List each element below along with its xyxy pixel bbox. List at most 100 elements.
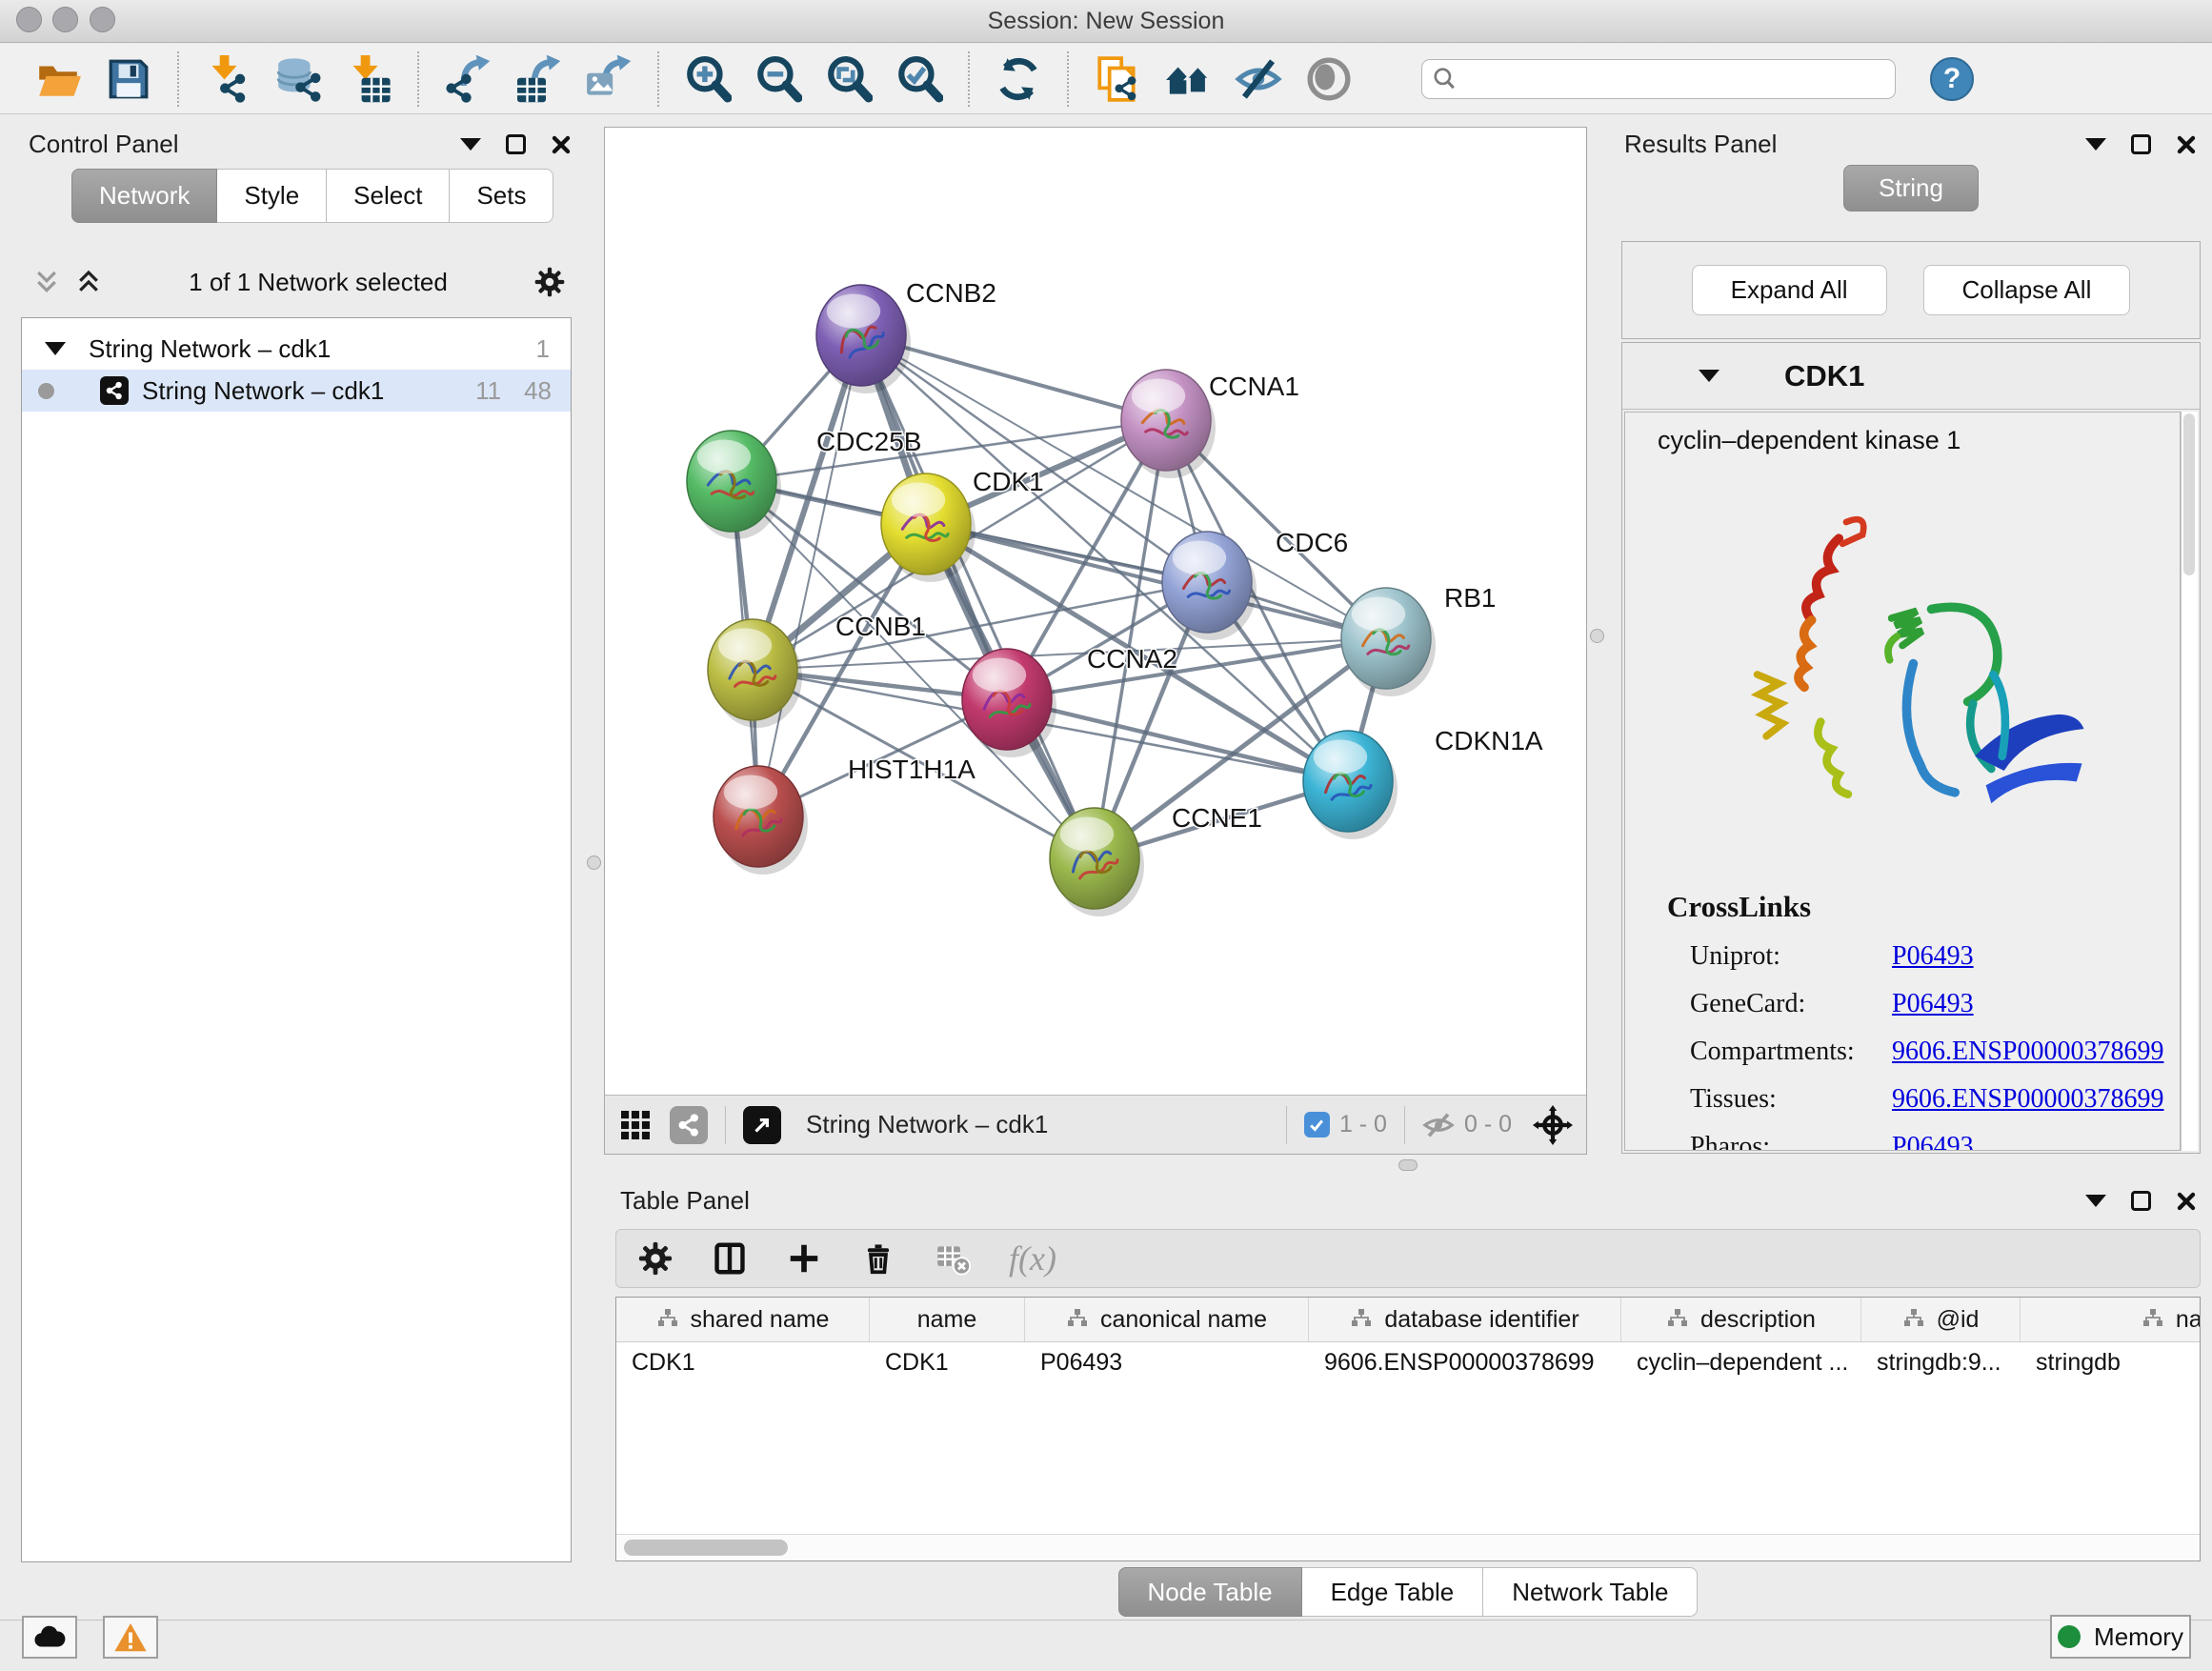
search-input[interactable]	[1464, 66, 1885, 92]
apply-preferred-layout-button[interactable]	[983, 50, 1054, 109]
crosslink-link[interactable]: P06493	[1892, 1132, 1974, 1151]
tab-string[interactable]: String	[1843, 165, 1979, 211]
network-node-CCNB1[interactable]	[708, 619, 802, 728]
open-session-button[interactable]	[23, 50, 93, 109]
import-table-from-file-button[interactable]	[333, 50, 404, 109]
horizontal-splitter-handle[interactable]	[1398, 1159, 1418, 1171]
table-cell[interactable]: CDK1	[870, 1342, 1025, 1382]
crosshair-icon[interactable]	[1533, 1105, 1573, 1145]
network-node-HIST1H1A[interactable]	[714, 766, 808, 875]
tab-select[interactable]: Select	[327, 169, 450, 223]
tab-edge-table[interactable]: Edge Table	[1302, 1567, 1484, 1617]
crosslink-link[interactable]: P06493	[1892, 989, 1974, 1019]
tab-style[interactable]: Style	[217, 169, 327, 223]
network-node-CDC25B[interactable]	[687, 431, 781, 539]
network-options-gear-icon[interactable]	[533, 266, 566, 298]
results-scrollbar-thumb[interactable]	[2183, 413, 2195, 575]
export-image-button[interactable]	[573, 50, 644, 109]
memory-button[interactable]: Memory	[2050, 1615, 2191, 1659]
function-builder-icon[interactable]: f(x)	[1009, 1238, 1056, 1278]
collection-expand-icon[interactable]	[45, 342, 66, 355]
panel-menu-icon[interactable]	[460, 138, 481, 151]
import-network-from-file-button[interactable]	[192, 50, 263, 109]
show-all-button[interactable]	[1294, 50, 1364, 109]
export-network-button[interactable]	[432, 50, 503, 109]
table-horizontal-scrollbar[interactable]	[616, 1534, 2200, 1560]
crosslink-link[interactable]: P06493	[1892, 941, 1974, 972]
network-node-CCNA2[interactable]	[962, 649, 1056, 757]
hidden-eye-slash-icon[interactable]	[1422, 1109, 1455, 1141]
delete-table-icon[interactable]	[935, 1240, 971, 1277]
crosslink-link[interactable]: 9606.ENSP00000378699	[1892, 1084, 2163, 1115]
tab-network-table[interactable]: Network Table	[1483, 1567, 1698, 1617]
network-node-CDKN1A[interactable]	[1303, 731, 1398, 839]
zoom-fit-button[interactable]	[814, 50, 884, 109]
panel-close-icon[interactable]	[551, 134, 572, 155]
column-header-namespace[interactable]: namespace	[2021, 1298, 2201, 1341]
column-header--id[interactable]: @id	[1861, 1298, 2021, 1341]
column-header-description[interactable]: description	[1621, 1298, 1861, 1341]
table-cell[interactable]: cyclin–dependent ...	[1621, 1342, 1861, 1382]
first-neighbors-button[interactable]	[1153, 50, 1223, 109]
results-scrollbar[interactable]	[2181, 412, 2198, 1151]
export-table-button[interactable]	[503, 50, 573, 109]
network-collection-row[interactable]: String Network – cdk1 1	[22, 328, 571, 370]
hide-selected-button[interactable]	[1223, 50, 1294, 109]
tab-sets[interactable]: Sets	[450, 169, 553, 223]
left-splitter-handle[interactable]	[587, 856, 601, 870]
table-cell[interactable]: CDK1	[616, 1342, 870, 1382]
import-network-from-database-button[interactable]	[263, 50, 333, 109]
table-cell[interactable]: stringdb:9...	[1861, 1342, 2021, 1382]
tab-node-table[interactable]: Node Table	[1118, 1567, 1302, 1617]
network-canvas[interactable]: CCNB2CCNA1CDC25BCDK1CDC6RB1CCNB1CCNA2CDK…	[605, 128, 1586, 1095]
network-node-CCNA1[interactable]	[1121, 370, 1216, 478]
network-node-CDK1[interactable]	[881, 473, 975, 582]
create-column-plus-icon[interactable]	[786, 1240, 822, 1277]
network-node-CCNE1[interactable]	[1050, 808, 1144, 916]
show-columns-icon[interactable]	[712, 1240, 748, 1277]
zoom-out-button[interactable]	[743, 50, 814, 109]
expand-all-button[interactable]: Expand All	[1692, 265, 1887, 315]
network-node-CCNB2[interactable]	[816, 285, 911, 393]
collapse-all-chevron-icon[interactable]	[32, 268, 61, 296]
selected-indicator-checkbox[interactable]	[1304, 1112, 1330, 1137]
panel-close-icon[interactable]	[2176, 134, 2197, 155]
right-splitter-handle[interactable]	[1590, 629, 1604, 643]
tab-network[interactable]: Network	[71, 169, 217, 223]
panel-menu-icon[interactable]	[2085, 1195, 2106, 1207]
graphics-details-icon[interactable]	[618, 1108, 653, 1142]
panel-float-icon[interactable]	[2131, 1191, 2151, 1211]
expand-all-chevron-icon[interactable]	[74, 268, 103, 296]
save-session-button[interactable]	[93, 50, 164, 109]
entry-header[interactable]: CDK1	[1622, 343, 2200, 410]
entry-collapse-icon[interactable]	[1699, 370, 1719, 382]
table-cell[interactable]: 9606.ENSP00000378699	[1309, 1342, 1621, 1382]
warnings-button[interactable]	[103, 1616, 158, 1659]
cloud-button[interactable]	[22, 1616, 77, 1659]
export-view-button[interactable]	[743, 1106, 781, 1144]
search-field[interactable]	[1421, 59, 1896, 99]
zoom-in-button[interactable]	[673, 50, 743, 109]
table-cell[interactable]: P06493	[1025, 1342, 1309, 1382]
column-header-name[interactable]: name	[870, 1298, 1025, 1341]
table-scrollbar-thumb[interactable]	[624, 1540, 788, 1556]
network-node-RB1[interactable]	[1341, 588, 1436, 696]
panel-close-icon[interactable]	[2176, 1191, 2197, 1212]
column-header-canonical-name[interactable]: canonical name	[1025, 1298, 1309, 1341]
column-header-shared-name[interactable]: shared name	[616, 1298, 870, 1341]
network-row[interactable]: String Network – cdk1 11 48	[22, 370, 571, 412]
column-header-database-identifier[interactable]: database identifier	[1309, 1298, 1621, 1341]
table-row[interactable]: CDK1CDK1P064939606.ENSP00000378699cyclin…	[616, 1342, 2200, 1382]
table-cell[interactable]: stringdb	[2021, 1342, 2201, 1382]
delete-column-trash-icon[interactable]	[860, 1240, 896, 1277]
table-options-gear-icon[interactable]	[637, 1240, 674, 1277]
help-button[interactable]: ?	[1930, 57, 1974, 101]
crosslink-link[interactable]: 9606.ENSP00000378699	[1892, 1037, 2163, 1067]
collapse-all-button[interactable]: Collapse All	[1923, 265, 2131, 315]
panel-float-icon[interactable]	[2131, 134, 2151, 154]
zoom-selected-button[interactable]	[884, 50, 955, 109]
panel-menu-icon[interactable]	[2085, 138, 2106, 151]
panel-float-icon[interactable]	[506, 134, 526, 154]
birds-eye-view-toggle[interactable]	[670, 1106, 708, 1144]
new-network-from-selection-button[interactable]	[1082, 50, 1153, 109]
